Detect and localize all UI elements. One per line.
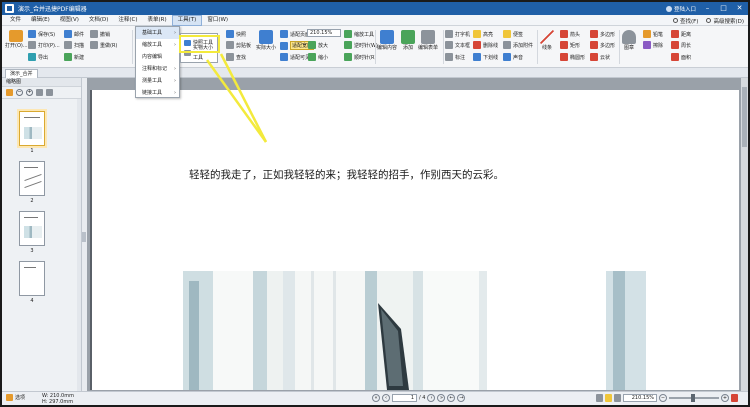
- annotation-callout-arrow: [205, 53, 268, 143]
- app-window: 演示_合并迅捷PDF编辑器 登陆入口 – □ ✕ 文件 编辑(E) 视图(V) …: [0, 0, 750, 407]
